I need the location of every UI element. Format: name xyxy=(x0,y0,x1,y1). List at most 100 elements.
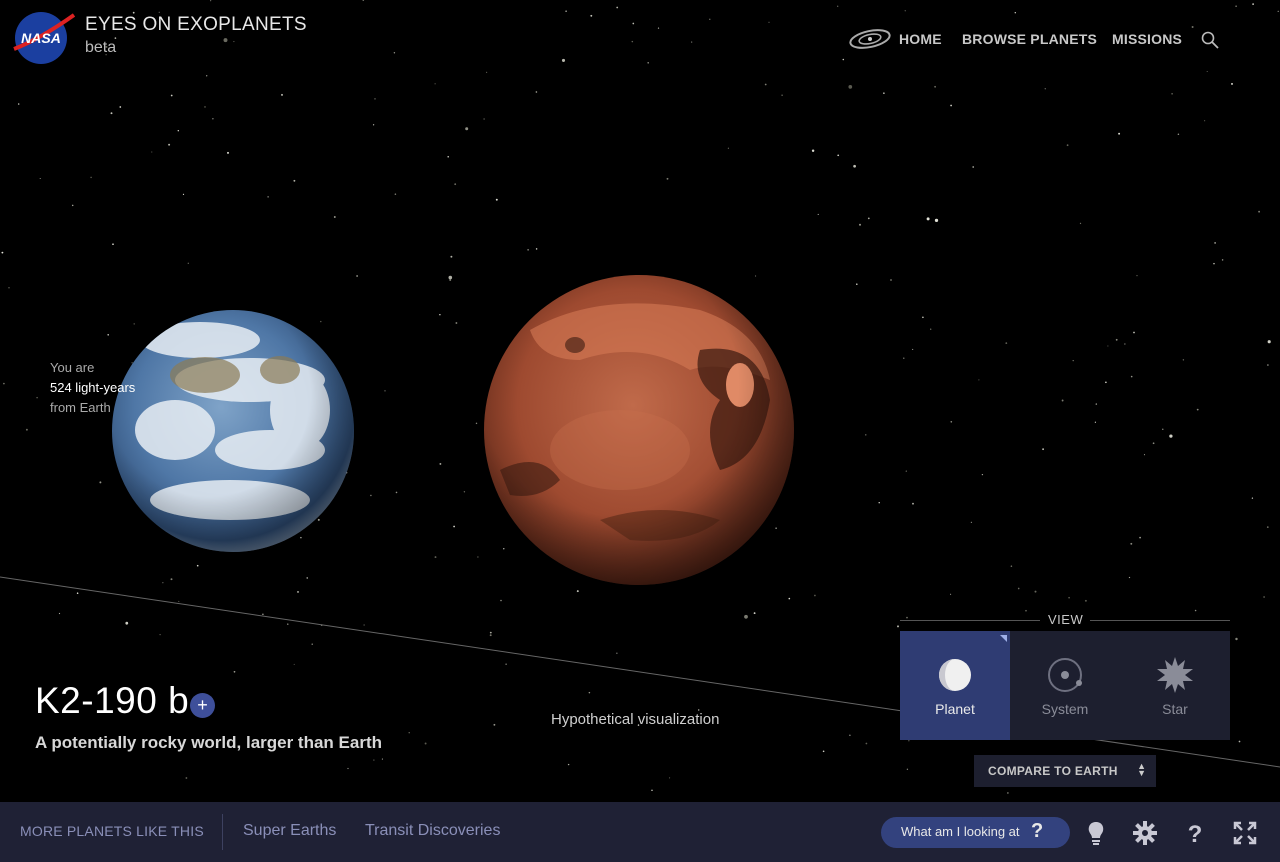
what-am-i-looking-at-label: What am I looking at xyxy=(901,824,1020,839)
star xyxy=(775,527,777,529)
star xyxy=(1105,381,1107,384)
earth-planet[interactable] xyxy=(112,310,354,552)
compare-to-earth-select[interactable]: COMPARE TO EARTH ▲ ▼ xyxy=(974,755,1156,787)
star xyxy=(1196,408,1199,411)
star xyxy=(76,592,79,594)
sort-arrows-icon: ▲ ▼ xyxy=(1137,761,1146,778)
star xyxy=(1044,88,1046,90)
star xyxy=(90,176,92,179)
star xyxy=(1079,222,1082,225)
star xyxy=(897,625,899,628)
star xyxy=(434,83,436,85)
nav-home[interactable]: HOME xyxy=(899,31,942,47)
star xyxy=(1066,144,1069,147)
help-icon[interactable]: ? xyxy=(1181,819,1209,847)
star xyxy=(922,316,924,319)
star xyxy=(1094,421,1096,423)
star xyxy=(450,255,453,258)
star xyxy=(632,22,635,25)
star xyxy=(616,652,618,654)
star xyxy=(204,106,206,108)
star xyxy=(837,154,840,157)
star xyxy=(1162,428,1164,430)
star xyxy=(306,577,308,579)
star xyxy=(300,536,302,539)
star xyxy=(972,166,975,168)
star xyxy=(475,422,478,425)
star xyxy=(1266,526,1269,528)
view-divider-left xyxy=(900,620,1040,621)
distance-line-1: You are xyxy=(50,360,95,375)
more-planets-label: MORE PLANETS LIKE THIS xyxy=(20,823,204,839)
star xyxy=(381,758,383,760)
distance-value: 524 light-years xyxy=(50,380,136,395)
star xyxy=(651,789,653,792)
star xyxy=(567,763,570,766)
search-icon[interactable] xyxy=(1200,30,1220,50)
star xyxy=(1152,442,1155,445)
star xyxy=(449,279,452,281)
view-system-button[interactable]: System xyxy=(1010,631,1120,740)
star xyxy=(755,275,757,277)
star xyxy=(535,248,538,250)
star xyxy=(223,38,228,43)
tag-super-earths[interactable]: Super Earths xyxy=(243,822,336,840)
fullscreen-icon[interactable] xyxy=(1231,819,1259,847)
view-planet-button[interactable]: Planet xyxy=(900,631,1010,740)
star xyxy=(374,98,376,100)
gear-icon[interactable] xyxy=(1131,819,1159,847)
star xyxy=(162,582,164,584)
what-am-i-looking-at-button[interactable]: What am I looking at ? xyxy=(881,817,1070,848)
star xyxy=(1042,448,1044,451)
app-title: EYES ON EXOPLANETS xyxy=(85,14,307,35)
active-corner-marker xyxy=(1000,635,1007,642)
star xyxy=(212,118,214,120)
star xyxy=(878,502,880,504)
star xyxy=(906,616,908,619)
star xyxy=(1,251,4,254)
star xyxy=(185,777,188,779)
tag-transit-discoveries[interactable]: Transit Discoveries xyxy=(365,822,500,840)
star xyxy=(1115,338,1118,341)
star xyxy=(500,599,502,602)
star xyxy=(1252,3,1254,5)
galaxy-icon[interactable] xyxy=(848,27,892,51)
star xyxy=(1095,403,1098,405)
star xyxy=(1177,133,1180,135)
star xyxy=(362,0,365,1)
star xyxy=(1107,345,1109,347)
star xyxy=(906,768,909,770)
star xyxy=(356,275,358,277)
star xyxy=(768,21,770,23)
nav-browse-planets[interactable]: BROWSE PLANETS xyxy=(962,31,1097,47)
star xyxy=(505,663,507,665)
star xyxy=(1133,331,1135,334)
view-star-button[interactable]: Star xyxy=(1120,631,1230,740)
star xyxy=(822,750,825,753)
star-icon xyxy=(1157,657,1193,693)
star xyxy=(455,322,458,324)
star xyxy=(890,279,892,281)
star xyxy=(1143,454,1146,456)
star xyxy=(1251,497,1254,499)
star xyxy=(297,590,299,593)
star xyxy=(1014,11,1017,14)
star xyxy=(934,85,936,88)
star xyxy=(281,93,283,96)
star xyxy=(311,643,313,645)
star xyxy=(262,613,264,616)
add-planet-button[interactable]: + xyxy=(190,693,215,718)
exoplanet-k2-190b[interactable] xyxy=(484,275,794,585)
star xyxy=(372,124,375,126)
lightbulb-icon[interactable] xyxy=(1082,819,1110,847)
star xyxy=(8,287,10,289)
star xyxy=(666,177,669,180)
star xyxy=(981,473,984,476)
star xyxy=(1072,359,1074,362)
star xyxy=(177,129,180,132)
star xyxy=(616,6,619,9)
nasa-logo[interactable]: NASA xyxy=(10,9,76,67)
star xyxy=(934,218,939,223)
star xyxy=(865,742,868,745)
nav-missions[interactable]: MISSIONS xyxy=(1112,31,1182,47)
